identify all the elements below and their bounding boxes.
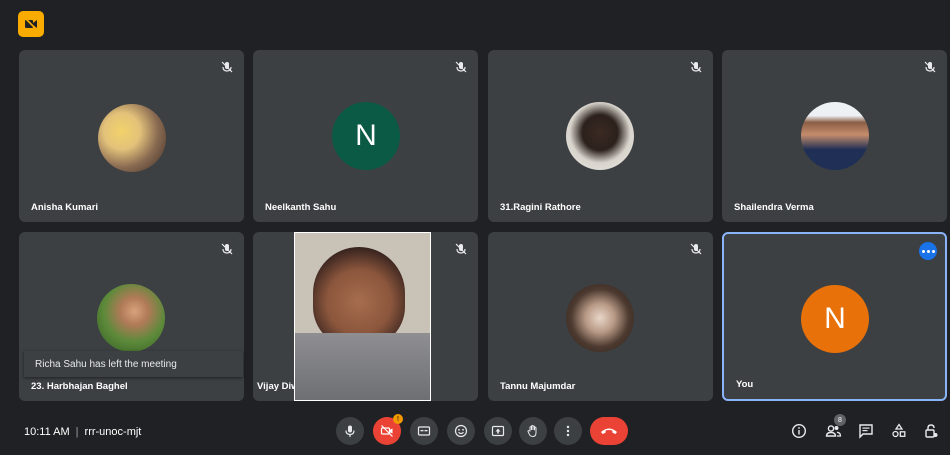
meeting-code[interactable]: rrr-unoc-mjt [85,426,142,438]
avatar: N [332,102,400,170]
present-icon [491,425,505,437]
participant-name: Tannu Majumdar [500,381,576,392]
more-options-icon [566,425,570,437]
participant-count-badge: 8 [834,414,846,426]
video-shirt [295,333,430,400]
captions-icon [417,426,431,436]
end-call-icon [601,428,617,434]
captions-button[interactable] [410,417,438,445]
chat-icon [859,424,873,439]
raise-hand-icon [527,424,537,438]
emoji-icon [454,424,468,438]
avatar [801,102,869,170]
more-options-button[interactable] [554,417,582,445]
mic-icon [345,425,355,437]
mic-off-icon [924,61,936,73]
meet-logo-icon [18,11,44,37]
host-controls-icon [925,424,938,438]
host-controls-button[interactable] [921,421,941,441]
participant-name: Shailendra Verma [734,202,814,213]
participant-name: 23. Harbhajan Baghel [31,381,128,392]
info-button[interactable] [789,421,809,441]
notification-text: Richa Sahu has left the meeting [35,358,177,370]
video-person [313,247,405,347]
video-feed [294,232,431,401]
end-call-button[interactable] [590,417,628,445]
more-options-icon[interactable] [919,242,937,260]
notification-toast: Richa Sahu has left the meeting [24,351,243,377]
camera-button[interactable]: ! [373,414,403,445]
participant-tile[interactable]: N Neelkanth Sahu [253,50,478,222]
participant-tile[interactable]: 31.Ragini Rathore [488,50,713,222]
bottom-toolbar: 10:11 AM | rrr-unoc-mjt ! 8 [0,410,950,455]
mic-off-icon [455,61,467,73]
mic-off-icon [690,243,702,255]
participant-name: Neelkanth Sahu [265,202,337,213]
participant-tile[interactable]: Tannu Majumdar [488,232,713,401]
avatar [566,284,634,352]
avatar [566,102,634,170]
avatar: N [801,285,869,353]
avatar-initial: N [355,119,377,152]
participant-name: Anisha Kumari [31,202,99,213]
avatar [98,104,166,172]
meeting-time: 10:11 AM [24,426,70,438]
present-button[interactable] [484,417,512,445]
camera-off-icon [380,425,393,437]
mic-off-icon [455,243,467,255]
mic-off-icon [690,61,702,73]
participant-tile[interactable]: Shailendra Verma [722,50,947,222]
avatar-initial: N [824,302,846,335]
raise-hand-button[interactable] [519,417,547,445]
chat-button[interactable] [856,421,876,441]
info-icon [791,423,807,439]
people-button[interactable]: 8 [823,414,846,441]
emoji-button[interactable] [447,417,475,445]
self-tile[interactable]: N You [722,232,947,401]
activities-icon [892,423,906,438]
meeting-separator: | [75,426,79,438]
activities-button[interactable] [889,421,909,441]
mic-off-icon [221,243,233,255]
camera-warning-badge: ! [393,414,403,424]
meeting-details: 10:11 AM | rrr-unoc-mjt [24,426,141,438]
mic-button[interactable] [336,417,364,445]
participant-name: You [736,379,754,390]
participant-tile[interactable]: Anisha Kumari [19,50,244,222]
participant-name: 31.Ragini Rathore [500,202,581,213]
avatar [97,284,165,352]
mic-off-icon [221,61,233,73]
